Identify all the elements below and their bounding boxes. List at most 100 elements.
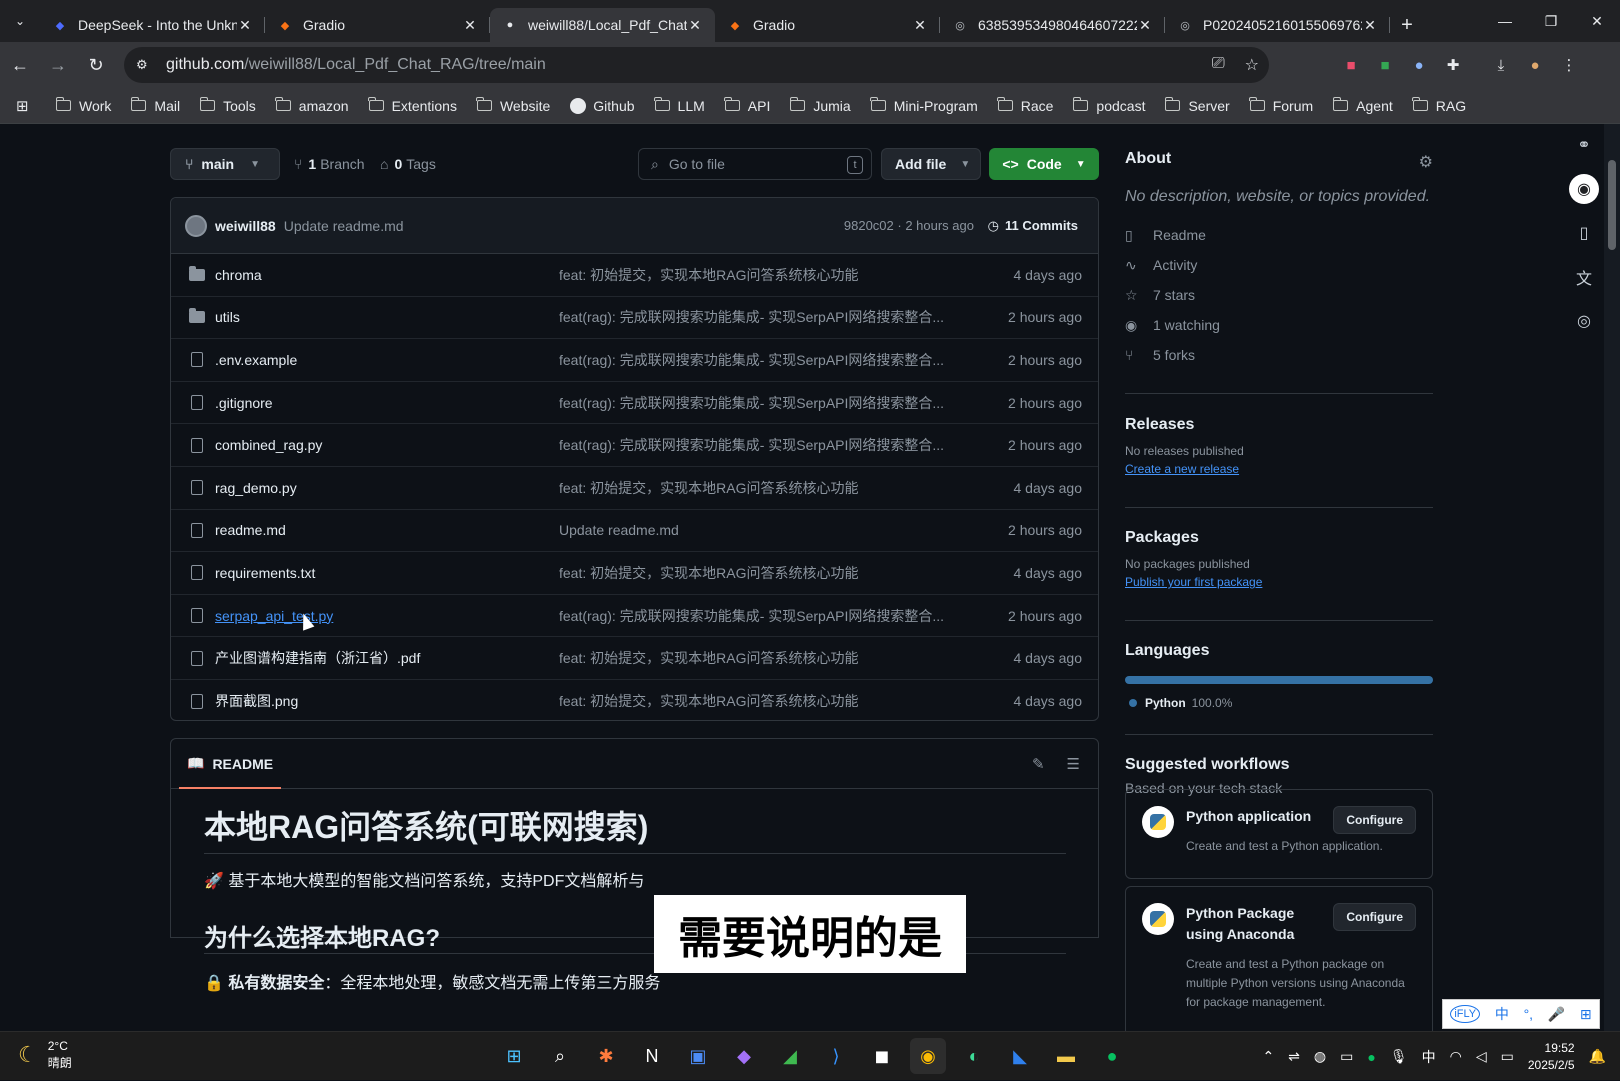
- tab-1[interactable]: ◆ Gradio ✕: [265, 8, 490, 42]
- code-button[interactable]: <> Code ▼: [989, 148, 1099, 180]
- branch-selector[interactable]: ⑂ main ▼: [170, 148, 280, 180]
- input-lang-indicator[interactable]: 中: [1422, 1047, 1436, 1067]
- branches-link[interactable]: ⑂ 1 Branch: [294, 148, 365, 180]
- bookmark-github[interactable]: Github: [570, 97, 635, 114]
- app-teal-icon[interactable]: ◐: [956, 1038, 992, 1074]
- reload-icon[interactable]: ↻: [78, 47, 114, 83]
- app-wave-icon[interactable]: ◣: [1002, 1038, 1038, 1074]
- file-commit-message[interactable]: Update readme.md: [559, 522, 949, 538]
- go-to-file-input[interactable]: ⌕ Go to file t: [638, 148, 872, 180]
- publish-package-link[interactable]: Publish your first package: [1125, 575, 1433, 589]
- file-commit-message[interactable]: feat(rag): 完成联网搜索功能集成- 实现SerpAPI网络搜索整合..…: [559, 393, 949, 413]
- chrome-menu-icon[interactable]: ⋮: [1552, 56, 1586, 74]
- file-commit-message[interactable]: feat: 初始提交，实现本地RAG问答系统核心功能: [559, 478, 949, 498]
- about-eye-link[interactable]: ◉ 1 watching: [1125, 310, 1433, 340]
- add-file-button[interactable]: Add file ▼: [881, 148, 981, 180]
- bookmark-race[interactable]: Race: [997, 97, 1053, 114]
- file-name-link[interactable]: readme.md: [215, 522, 286, 538]
- chrome-icon[interactable]: ◉: [910, 1038, 946, 1074]
- gear-icon[interactable]: ⚙: [1419, 152, 1433, 172]
- tray-wechat-icon[interactable]: ●: [1367, 1049, 1375, 1065]
- forward-icon[interactable]: →: [40, 47, 76, 83]
- install-app-icon[interactable]: ⎚: [1212, 55, 1225, 75]
- app-orange-icon[interactable]: ✱: [588, 1038, 624, 1074]
- ime-toolbox-button[interactable]: ⊞: [1580, 1006, 1592, 1023]
- bookmark-llm[interactable]: LLM: [654, 97, 705, 114]
- assistant-icon[interactable]: ◉: [1569, 174, 1599, 204]
- bookmark-agent[interactable]: Agent: [1332, 97, 1393, 114]
- commit-author[interactable]: weiwill88: [215, 218, 276, 234]
- wifi-icon[interactable]: ◠: [1450, 1048, 1462, 1065]
- tab-search-icon[interactable]: ⌄: [0, 0, 40, 42]
- commit-message[interactable]: Update readme.md: [284, 218, 404, 234]
- file-commit-message[interactable]: feat(rag): 完成联网搜索功能集成- 实现SerpAPI网络搜索整合..…: [559, 606, 949, 626]
- tab-0[interactable]: ◆ DeepSeek - Into the Unkn ✕: [40, 8, 265, 42]
- configure-button[interactable]: Configure: [1333, 903, 1416, 931]
- bookmark-mail[interactable]: Mail: [130, 97, 180, 114]
- close-tab-icon[interactable]: ✕: [687, 17, 703, 34]
- about-book-link[interactable]: ▯ Readme: [1125, 220, 1433, 250]
- minimize-icon[interactable]: —: [1482, 0, 1528, 42]
- file-name-link[interactable]: .gitignore: [215, 395, 273, 411]
- file-commit-message[interactable]: feat: 初始提交，实现本地RAG问答系统核心功能: [559, 563, 949, 583]
- app-dark-icon[interactable]: ◼: [864, 1038, 900, 1074]
- releases-title[interactable]: Releases: [1125, 416, 1433, 434]
- apps-cluster-icon[interactable]: ⚭: [1569, 130, 1599, 160]
- bookmark-server[interactable]: Server: [1164, 97, 1230, 114]
- notification-icon[interactable]: 🔔: [1589, 1048, 1606, 1065]
- bookmark-website[interactable]: Website: [476, 97, 550, 114]
- tab-2[interactable]: ● weiwill88/Local_Pdf_Chat ✕: [490, 8, 715, 42]
- bookmark-rag[interactable]: RAG: [1412, 97, 1466, 114]
- create-release-link[interactable]: Create a new release: [1125, 462, 1433, 476]
- windows-start-icon[interactable]: ⊞: [496, 1038, 532, 1074]
- commits-link[interactable]: ◷ 11 Commits: [988, 218, 1078, 234]
- restore-icon[interactable]: ❐: [1528, 0, 1574, 42]
- vscode-icon[interactable]: ⟩: [818, 1038, 854, 1074]
- file-name-link[interactable]: rag_demo.py: [215, 480, 297, 496]
- puzzle-icon[interactable]: ✚: [1436, 56, 1470, 74]
- file-commit-message[interactable]: feat: 初始提交，实现本地RAG问答系统核心功能: [559, 265, 949, 285]
- discord-extension-icon[interactable]: ●: [1402, 57, 1436, 74]
- back-icon[interactable]: ←: [2, 47, 38, 83]
- about-pulse-link[interactable]: ∿ Activity: [1125, 250, 1433, 280]
- file-commit-message[interactable]: feat(rag): 完成联网搜索功能集成- 实现SerpAPI网络搜索整合..…: [559, 307, 949, 327]
- search-icon[interactable]: ⌕: [542, 1038, 578, 1074]
- configure-button[interactable]: Configure: [1333, 806, 1416, 834]
- ime-logo-icon[interactable]: iFLY: [1450, 1005, 1481, 1023]
- profile-avatar[interactable]: ●: [1518, 57, 1552, 74]
- tray-app-icon[interactable]: ◍: [1314, 1048, 1326, 1065]
- commit-hash-time[interactable]: 9820c02 · 2 hours ago: [844, 218, 974, 233]
- file-commit-message[interactable]: feat: 初始提交，实现本地RAG问答系统核心功能: [559, 691, 949, 711]
- translate-icon[interactable]: 文: [1569, 262, 1599, 292]
- weather-widget[interactable]: ☾ 2°C 晴朗: [18, 1038, 72, 1072]
- avatar[interactable]: [185, 214, 207, 237]
- wechat-icon[interactable]: ●: [1094, 1038, 1130, 1074]
- file-name-link[interactable]: chroma: [215, 267, 262, 283]
- close-tab-icon[interactable]: ✕: [912, 17, 928, 34]
- bookmark-work[interactable]: Work: [55, 97, 111, 114]
- file-name-link[interactable]: 产业图谱构建指南（浙江省）.pdf: [215, 648, 420, 668]
- bookmark-star-icon[interactable]: ☆: [1245, 55, 1259, 75]
- tab-4[interactable]: ◎ 638539534980464607222 ✕: [940, 8, 1165, 42]
- tags-link[interactable]: ⌂ 0 Tags: [380, 148, 436, 180]
- readme-tab[interactable]: README: [212, 756, 273, 772]
- apps-grid-icon[interactable]: ⊞: [16, 97, 38, 115]
- file-commit-message[interactable]: feat: 初始提交，实现本地RAG问答系统核心功能: [559, 648, 949, 668]
- file-name-link[interactable]: .env.example: [215, 352, 297, 368]
- ime-voice-button[interactable]: 🎤: [1548, 1006, 1565, 1023]
- bookmark-podcast[interactable]: podcast: [1072, 97, 1145, 114]
- notion-icon[interactable]: N: [634, 1038, 670, 1074]
- chevron-up-icon[interactable]: ⌃: [1262, 1048, 1274, 1065]
- tab-5[interactable]: ◎ P020240521601550697621 ✕: [1165, 8, 1390, 42]
- bookmark-jumia[interactable]: Jumia: [789, 97, 851, 114]
- close-tab-icon[interactable]: ✕: [237, 17, 253, 34]
- site-info-icon[interactable]: ⚙: [136, 57, 160, 73]
- about-fork-link[interactable]: ⑂ 5 forks: [1125, 340, 1433, 370]
- edit-pencil-icon[interactable]: ✎: [1032, 755, 1045, 773]
- close-tab-icon[interactable]: ✕: [1362, 17, 1378, 34]
- file-name-link[interactable]: utils: [215, 309, 240, 325]
- file-explorer-icon[interactable]: ▬: [1048, 1038, 1084, 1074]
- bookmark-api[interactable]: API: [724, 97, 770, 114]
- file-name-link[interactable]: 界面截图.png: [215, 691, 298, 711]
- file-name-link[interactable]: requirements.txt: [215, 565, 315, 581]
